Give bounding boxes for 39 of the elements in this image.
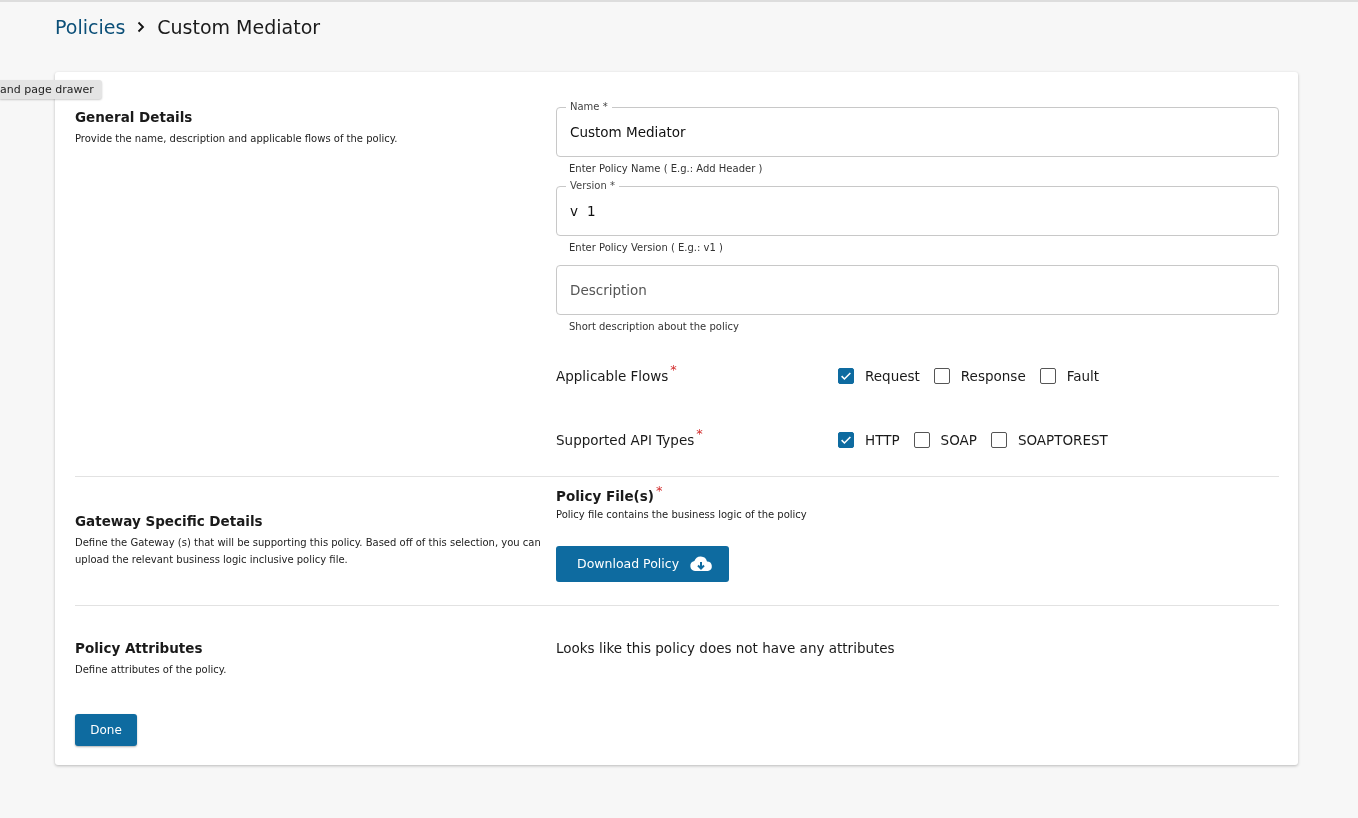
checkbox[interactable] bbox=[990, 432, 1007, 448]
required-asterisk: * bbox=[670, 362, 677, 378]
breadcrumb-link[interactable]: Policies bbox=[55, 16, 126, 38]
checkbox[interactable] bbox=[913, 432, 930, 448]
group-label: Supported API Types bbox=[556, 432, 695, 448]
tooltip: and page drawer bbox=[0, 80, 102, 99]
field-label: Version * bbox=[566, 180, 619, 192]
empty-message: Looks like this policy does not have any attributes bbox=[556, 639, 896, 658]
field-label: Name * bbox=[566, 101, 612, 113]
required-asterisk: * bbox=[655, 483, 663, 499]
section-description: Provide the name, description and applicable flows of the policy. bbox=[75, 132, 399, 146]
cloud-download-icon bbox=[689, 555, 714, 572]
section-description: Policy file contains the business logic of the policy bbox=[556, 508, 808, 522]
description-field[interactable]: Description bbox=[556, 265, 1279, 315]
prefix-text: v bbox=[570, 203, 578, 219]
done-button[interactable]: Done bbox=[75, 714, 137, 746]
section-description: Define attributes of the policy. bbox=[75, 662, 228, 677]
section-title: Policy File(s) bbox=[556, 488, 654, 504]
section-description: Define the Gateway (s) that will be supporting this policy. Based off of this selection, you can upload the relevant business logic inclusive policy file. bbox=[75, 535, 542, 568]
checkbox[interactable] bbox=[838, 432, 854, 448]
page-title: Custom Mediator bbox=[157, 16, 321, 38]
checkbox[interactable] bbox=[1039, 368, 1056, 384]
section-title: Gateway Specific Details bbox=[75, 512, 264, 529]
helper-text: Enter Policy Name ( E.g.: Add Header ) bbox=[569, 163, 764, 174]
checkbox[interactable] bbox=[933, 368, 950, 384]
group-label: Applicable Flows bbox=[556, 368, 669, 384]
checkbox-label[interactable]: SOAPTOREST bbox=[1017, 432, 1108, 448]
required-asterisk: * bbox=[696, 426, 703, 442]
section-title: General Details bbox=[75, 109, 194, 125]
checkbox-label[interactable]: HTTP bbox=[865, 432, 900, 448]
helper-text: Enter Policy Version ( E.g.: v1 ) bbox=[569, 242, 724, 253]
helper-text: Short description about the policy bbox=[569, 321, 740, 332]
checkbox-label[interactable]: SOAP bbox=[940, 432, 977, 448]
checkbox[interactable] bbox=[838, 368, 854, 384]
checkbox-label[interactable]: Fault bbox=[1066, 368, 1100, 384]
checkbox-label[interactable]: Response bbox=[960, 368, 1026, 384]
checkbox-label[interactable]: Request bbox=[865, 368, 920, 384]
section-title: Policy Attributes bbox=[75, 639, 204, 656]
download-button[interactable]: Download Policy bbox=[556, 545, 730, 582]
